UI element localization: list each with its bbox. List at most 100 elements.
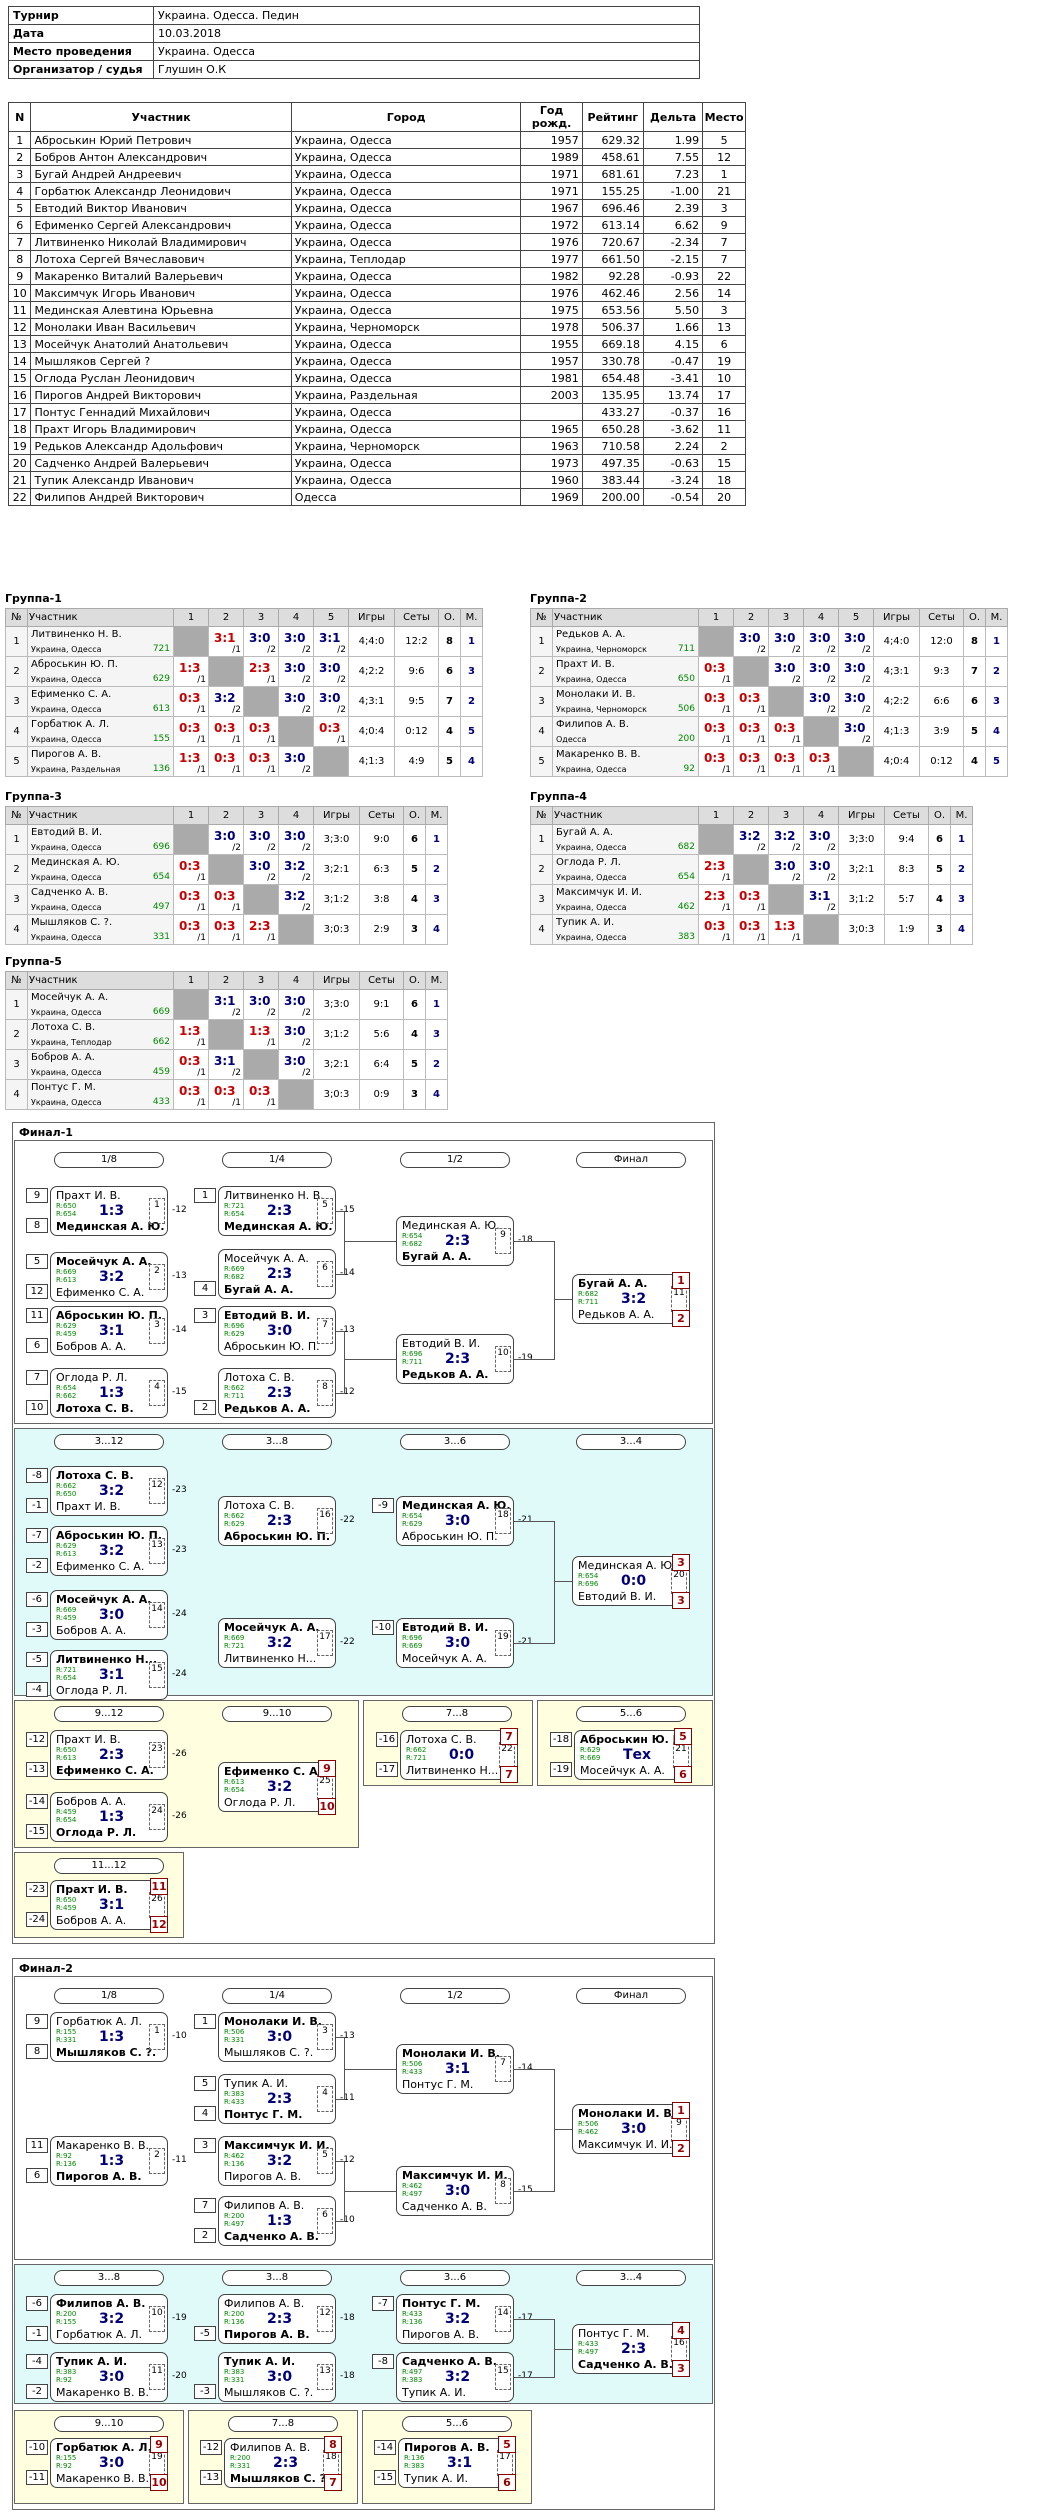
match-score: 3:0 xyxy=(284,1024,306,1038)
row-number: 5 xyxy=(5,746,28,777)
participant-row: 13 Мосейчук Анатолий Анатольевич Украина, … xyxy=(7,335,746,353)
participant-cell: 497.35 xyxy=(581,454,644,472)
player-city: Украина, Одесса xyxy=(556,675,627,684)
match-number: 4 xyxy=(149,1380,165,1406)
match-score: 3:0 xyxy=(774,859,796,873)
player-2-rating: R:92 xyxy=(56,2462,72,2470)
place-value: 1 xyxy=(950,824,973,855)
participant-cell: Ефименко Сергей Александрович xyxy=(30,216,292,234)
participant-cell: Украина, Черноморск xyxy=(290,437,522,455)
col-player: Участник xyxy=(27,971,174,990)
col-opponent: 4 xyxy=(278,608,314,627)
sets-value: 0:12 xyxy=(919,746,964,777)
player-1-rating: R:613 xyxy=(224,1778,245,1786)
bracket-line xyxy=(514,1359,554,1360)
player-1-name: Мосейчук А. А. xyxy=(56,1255,152,1268)
match-score: 0:3 xyxy=(249,751,271,765)
match-score: 0:3 xyxy=(179,1084,201,1098)
place-value: 2 xyxy=(425,1049,448,1080)
player-city: Украина, Одесса xyxy=(31,735,102,744)
bracket-line xyxy=(344,2069,396,2070)
match-score: 3:2 xyxy=(621,1291,647,1307)
participant-cell: Украина, Одесса xyxy=(290,148,522,166)
seed-1: 3 xyxy=(194,1308,216,1323)
player-name: Ефименко С. А. xyxy=(31,689,112,700)
player-2-rating: R:654 xyxy=(224,1786,245,1794)
match-score: 0:3 xyxy=(704,919,726,933)
group-player: Пирогов А. В. Украина, Раздельная 136 xyxy=(27,746,174,777)
row-number: 1 xyxy=(530,626,553,657)
match-cell: 3:1/2 xyxy=(313,626,349,657)
match-cell: 3:0/2 xyxy=(838,716,874,747)
participant-cell: Украина, Раздельная xyxy=(290,386,522,404)
games-value: 3;0:3 xyxy=(313,914,360,945)
participant-cell: Лотоха Сергей Вячеславович xyxy=(30,250,292,268)
group-header-row: № Участник 1 2 3 4 Игры Сеты О. М. xyxy=(530,806,973,825)
player-2-rating: R:629 xyxy=(224,1520,245,1528)
group-title: Группа-4 xyxy=(530,790,587,803)
match-points: /1 xyxy=(232,1098,241,1108)
participant-cell: 5 xyxy=(702,131,746,149)
player-2-rating: R:136 xyxy=(224,2160,245,2168)
match-score: 3:0 xyxy=(267,1323,293,1339)
sets-value: 4:9 xyxy=(394,746,439,777)
col-place: М. xyxy=(425,971,448,990)
loser-goes-to: -13 xyxy=(340,1325,355,1335)
participant-cell: 12 xyxy=(702,148,746,166)
player-2-name: Максимчук И. И. xyxy=(578,2138,673,2151)
self-cell xyxy=(733,656,769,687)
player-2-rating: R:459 xyxy=(56,1904,77,1912)
self-cell xyxy=(243,686,279,717)
info-key: Место проведения xyxy=(8,42,154,61)
col-games: Игры xyxy=(313,971,360,990)
player-1-name: Мосейчук А. А. xyxy=(56,1593,152,1606)
group-header-row: № Участник 1 2 3 4 5 Игры Сеты О. М. xyxy=(530,608,1008,627)
match-score: 3:0 xyxy=(809,661,831,675)
bracket-line xyxy=(554,1581,572,1582)
participant-cell: -0.54 xyxy=(642,488,704,506)
column-header: Рейтинг xyxy=(581,102,644,132)
col-opponent: 1 xyxy=(173,806,209,825)
col-opponent: 2 xyxy=(208,806,244,825)
row-number: 1 xyxy=(5,989,28,1020)
round-label: 1/8 xyxy=(54,1152,164,1168)
column-header: N xyxy=(7,102,32,132)
col-opponent: 1 xyxy=(698,608,734,627)
player-2-name: Понтус Г. М. xyxy=(402,2078,474,2091)
col-opponent: 2 xyxy=(208,971,244,990)
player-1-name: Максимчук И. И. xyxy=(224,2139,330,2152)
player-1-name: Филипов А. В. xyxy=(230,2441,311,2454)
player-rating: 654 xyxy=(677,872,695,882)
participant-cell: Садченко Андрей Валерьевич xyxy=(30,454,292,472)
seed-2: -1 xyxy=(26,1498,48,1513)
match-points: /2 xyxy=(302,675,311,685)
match-points: /1 xyxy=(232,645,241,655)
player-2-name: Бобров А. А. xyxy=(56,1340,127,1353)
match-cell: 3:2/2 xyxy=(208,686,244,717)
player-name: Мединская А. Ю. xyxy=(31,857,120,868)
participant-cell: 1957 xyxy=(520,352,583,370)
sets-value: 2:9 xyxy=(359,914,404,945)
player-1-rating: R:200 xyxy=(224,2212,245,2220)
participant-cell: Украина, Черноморск xyxy=(290,318,522,336)
match-score: 0:3 xyxy=(214,919,236,933)
col-opponent: 3 xyxy=(243,806,279,825)
player-2-rating: R:497 xyxy=(402,2190,423,2198)
group-row: 2 Прахт И. В. Украина, Одесса 650 0:3/1 3:0/2… xyxy=(530,656,1008,687)
row-number: 4 xyxy=(5,914,28,945)
seed-2: -15 xyxy=(374,2470,396,2485)
participant-cell: 1976 xyxy=(520,233,583,251)
match-score: 1:3 xyxy=(774,919,796,933)
player-1-rating: R:506 xyxy=(224,2028,245,2036)
match-score: 3:0 xyxy=(284,994,306,1008)
seed-2: -11 xyxy=(26,2470,48,2485)
match-cell: 1:3/1 xyxy=(173,656,209,687)
points-value: 5 xyxy=(963,716,986,747)
match-box: Монолаки И. В. R:506 R:433 3:1 Понтус Г. М. 7 xyxy=(396,2044,514,2094)
match-number: 10 xyxy=(149,2306,165,2332)
bracket-line xyxy=(344,1211,345,1275)
group-row: 3 Максимчук И. И. Украина, Одесса 462 2:3/1 0… xyxy=(530,884,973,915)
sets-value: 0:12 xyxy=(394,716,439,747)
match-box: Тупик А. И. R:383 R:331 3:0 Мышляков С. ?. 13 xyxy=(218,2352,336,2402)
place-2: 10 xyxy=(150,2474,168,2491)
